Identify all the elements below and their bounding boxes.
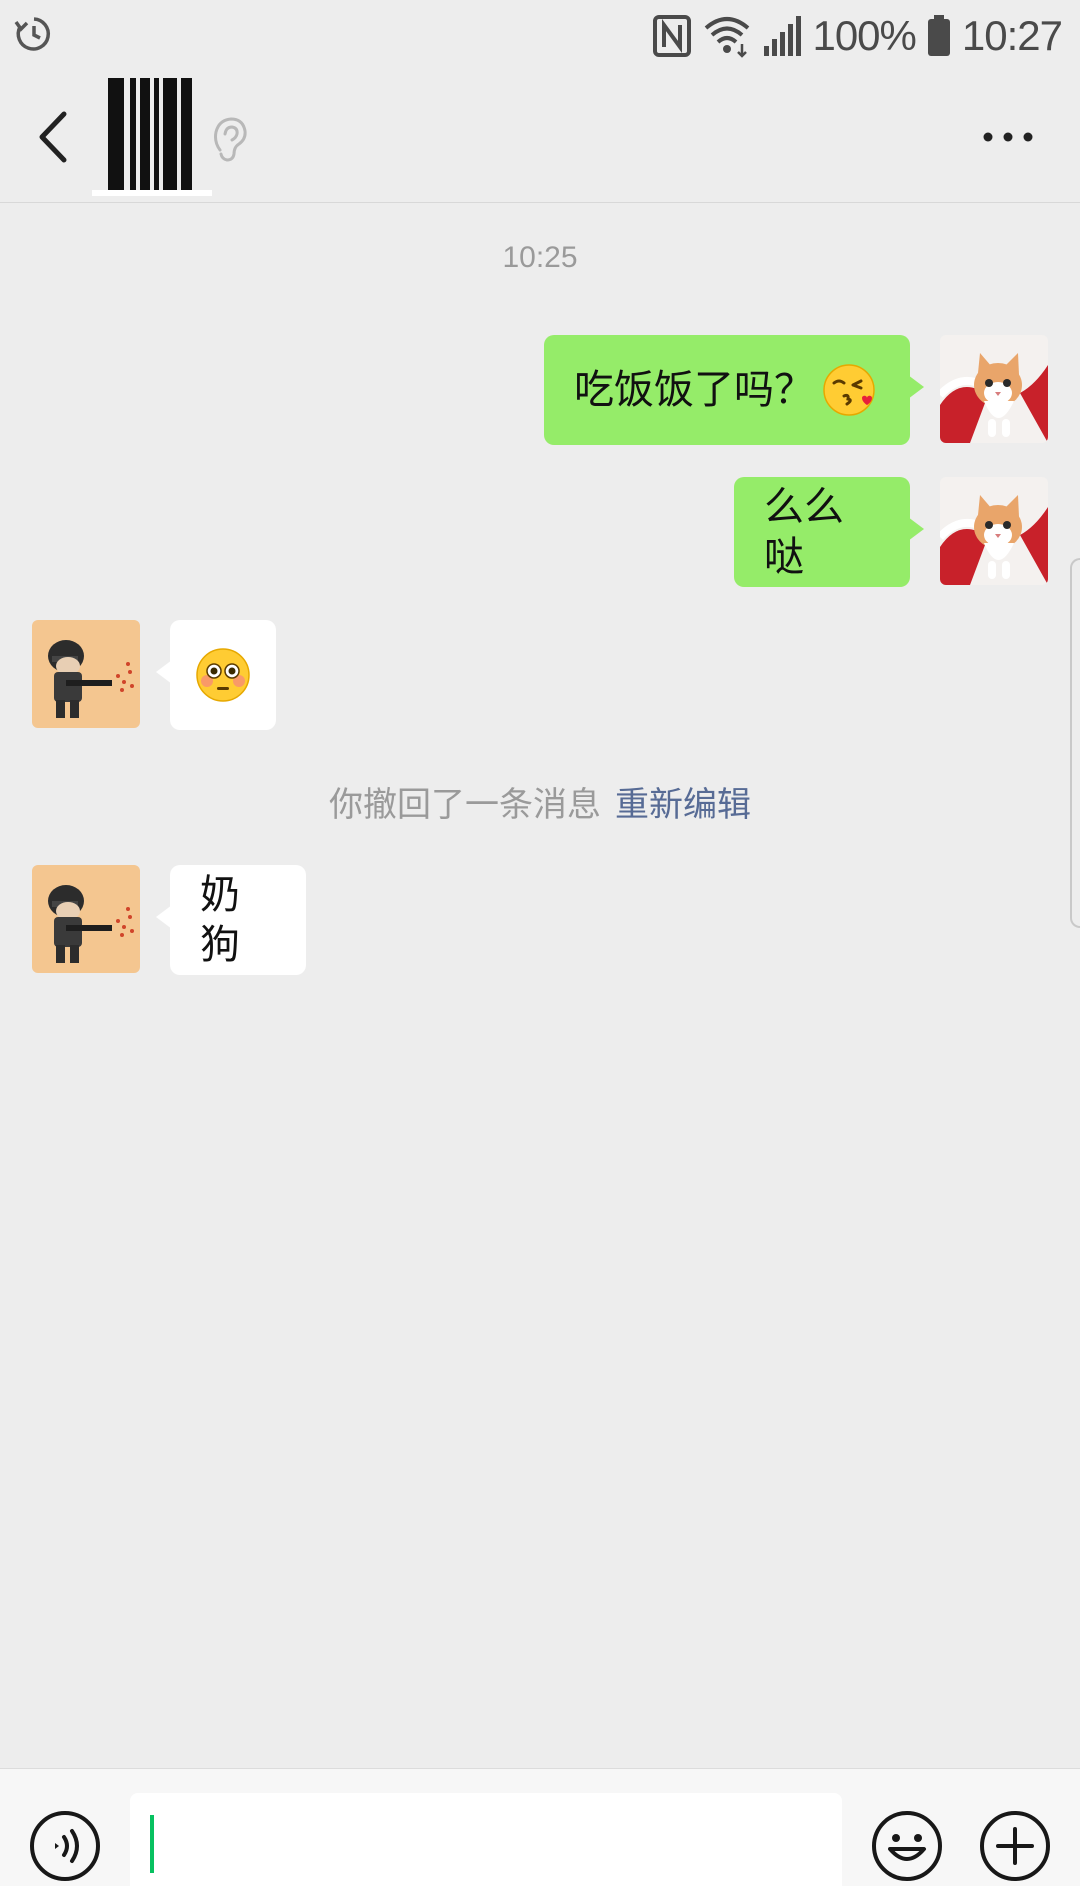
text-cursor xyxy=(150,1815,154,1873)
status-clock: 10:27 xyxy=(961,12,1063,59)
soldier-avatar-image xyxy=(32,865,140,973)
recall-notice: 你撤回了一条消息 重新编辑 xyxy=(0,777,1080,826)
message-input[interactable] xyxy=(130,1793,842,1886)
ear-icon xyxy=(214,117,247,162)
emoji-button[interactable] xyxy=(870,1809,944,1883)
message-timestamp: 10:25 xyxy=(502,241,578,274)
name-underline xyxy=(92,190,212,196)
redacted-name-bars xyxy=(108,78,192,190)
battery-percentage: 100% xyxy=(812,12,916,59)
contact-message-bubble[interactable]: 奶狗 xyxy=(156,865,306,975)
kitten-avatar-image xyxy=(940,477,1048,585)
back-button[interactable] xyxy=(26,102,86,172)
my-avatar[interactable] xyxy=(940,477,1048,585)
more-button[interactable] xyxy=(978,112,1038,162)
nfc-icon xyxy=(653,15,692,57)
soldier-avatar-image xyxy=(32,620,140,728)
battery-icon xyxy=(927,15,950,56)
message-text: 奶狗 xyxy=(200,872,240,968)
voice-button[interactable] xyxy=(28,1809,102,1883)
chat-title-bar xyxy=(0,72,1080,203)
my-message-bubble[interactable]: 么么哒 xyxy=(734,477,924,587)
kitten-avatar-image xyxy=(940,335,1048,443)
recall-notice-text: 你撤回了一条消息 xyxy=(329,785,601,825)
plus-button[interactable] xyxy=(978,1809,1052,1883)
contact-avatar[interactable] xyxy=(32,865,140,973)
status-bar: 100% 10:27 xyxy=(0,0,1080,72)
contact-avatar[interactable] xyxy=(32,620,140,728)
message-text: 么么哒 xyxy=(764,484,844,580)
history-icon xyxy=(14,17,51,51)
chat-message-list[interactable]: 10:25 吃饭饭了吗？ 么么哒 你撤回了一条消息 重新编辑 奶狗 xyxy=(0,203,1080,1768)
contact-message-bubble[interactable] xyxy=(156,620,276,730)
signal-icon xyxy=(764,16,802,56)
my-message-bubble[interactable]: 吃饭饭了吗？ xyxy=(544,335,924,445)
kissing-face-icon xyxy=(823,364,875,416)
re-edit-link[interactable]: 重新编辑 xyxy=(615,785,751,825)
my-avatar[interactable] xyxy=(940,335,1048,443)
message-input-bar xyxy=(0,1768,1080,1886)
wifi-icon xyxy=(705,17,750,58)
contact-name[interactable] xyxy=(92,76,212,196)
flushed-face-icon xyxy=(196,648,250,702)
message-text: 吃饭饭了吗？ xyxy=(574,367,814,413)
scroll-indicator[interactable] xyxy=(1070,558,1080,928)
